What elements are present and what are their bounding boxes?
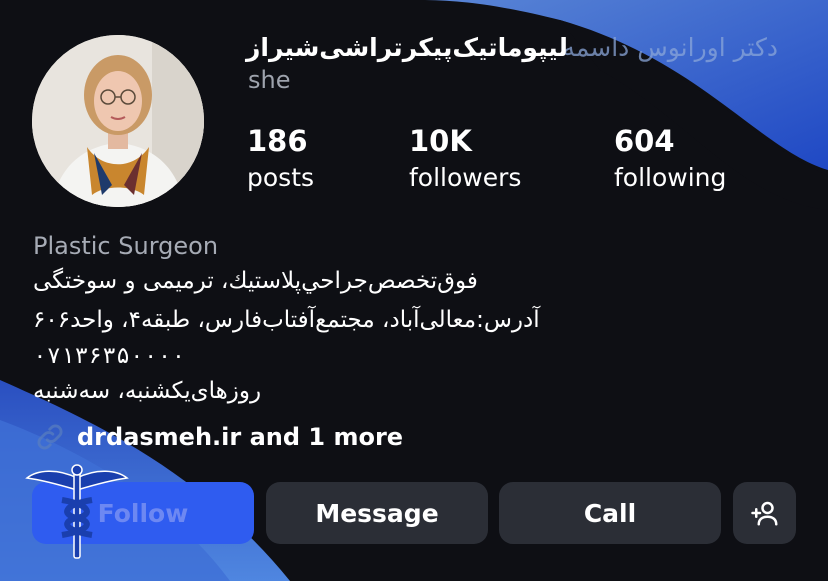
bio-line-address: آدرس:معالی‌آباد، مجتمع‌آفتاب‌فارس، طبقه۴… (33, 307, 540, 333)
link-icon (37, 424, 63, 450)
stat-followers[interactable]: 10K followers (409, 122, 521, 196)
posts-label: posts (247, 163, 315, 192)
bio-line-specialty: فوق‌تخصص‌جراحي‌پلاستيك، ترمیمی و سوختگی (33, 268, 478, 294)
profile-link-text: drdasmeh.ir and 1 more (77, 423, 404, 451)
followers-label: followers (409, 163, 522, 192)
posts-count: 186 (247, 124, 308, 158)
profile-name-main: لیپوماتیک‌پیکرتراشی‌شیراز (246, 33, 568, 62)
bio-line-hours: روزهای‌یکشنبه، سه‌شنبه (33, 378, 262, 404)
profile-name-faded: دکتر اورانوس داسمه (562, 33, 778, 62)
profile-name: دکتر اورانوس داسمه لیپوماتیک‌پیکرتراشی‌ش… (246, 28, 806, 68)
stat-posts[interactable]: 186 posts (247, 122, 314, 196)
profile-link[interactable]: drdasmeh.ir and 1 more (33, 420, 403, 454)
suggest-people-button[interactable] (733, 482, 796, 544)
bio-line-phone: ۰۷۱۳۶۳۵۰۰۰۰ (33, 343, 186, 369)
add-person-icon (750, 501, 777, 526)
message-button[interactable]: Message (266, 482, 488, 544)
caduceus-icon (25, 464, 129, 559)
following-label: following (614, 163, 727, 192)
call-button[interactable]: Call (499, 482, 721, 544)
profile-category: Plastic Surgeon (33, 232, 219, 260)
following-count: 604 (614, 124, 675, 158)
profile-avatar[interactable] (32, 35, 204, 207)
pronoun-label: she (248, 66, 291, 94)
stat-following[interactable]: 604 following (614, 122, 726, 196)
profile-photo (32, 35, 204, 207)
followers-count: 10K (409, 124, 472, 158)
